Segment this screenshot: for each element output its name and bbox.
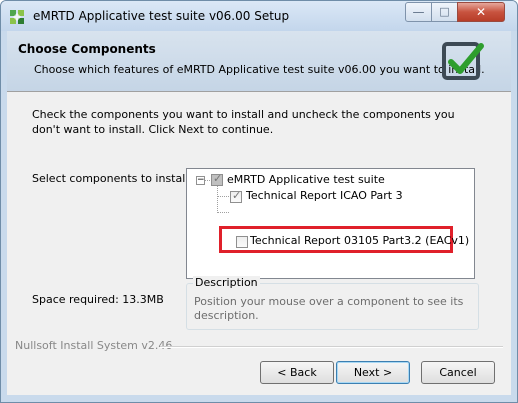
checkmark-box-icon <box>442 42 484 80</box>
tr03105-checkbox[interactable] <box>236 236 248 248</box>
title-bar[interactable]: eMRTD Applicative test suite v06.00 Setu… <box>1 1 517 31</box>
icao-part3-checkbox[interactable]: ✓ <box>230 189 242 203</box>
close-icon: ✕ <box>475 5 487 19</box>
tree-item-root[interactable]: eMRTD Applicative test suite <box>227 173 385 186</box>
minimize-icon: — <box>412 5 425 19</box>
window-title: eMRTD Applicative test suite v06.00 Setu… <box>33 9 290 23</box>
instructions-text: Check the components you want to install… <box>32 108 455 136</box>
page-subtitle: Choose which features of eMRTD Applicati… <box>34 63 485 76</box>
root-checkbox[interactable]: ✓ <box>211 172 223 186</box>
checkmark-icon: ✓ <box>232 189 242 202</box>
minimize-button[interactable]: — <box>405 2 432 22</box>
back-button[interactable]: < Back <box>260 361 334 384</box>
tree-item-tr03105[interactable]: Technical Report 03105 Part3.2 (EACv1) <box>250 234 469 247</box>
space-required: Space required: 13.3MB <box>32 293 164 306</box>
select-components-label: Select components to install: <box>32 172 193 185</box>
dialog-client: Choose Components Choose which features … <box>7 31 511 395</box>
cancel-button[interactable]: Cancel <box>421 361 495 384</box>
maximize-button[interactable]: □ <box>431 2 458 22</box>
description-group: Description Position your mouse over a c… <box>186 276 479 330</box>
maximize-icon: □ <box>439 5 450 18</box>
setup-window: eMRTD Applicative test suite v06.00 Setu… <box>0 0 518 403</box>
components-tree[interactable]: − ✓ eMRTD Applicative test suite ✓ Techn… <box>186 168 475 279</box>
next-button[interactable]: Next > <box>336 361 410 384</box>
close-button[interactable]: ✕ <box>457 2 505 22</box>
checkmark-icon: ✓ <box>213 172 223 185</box>
page-header: Choose Components Choose which features … <box>7 31 511 92</box>
description-text: Position your mouse over a component to … <box>194 295 464 322</box>
nsis-branding: Nullsoft Install System v2.46 <box>15 339 173 352</box>
tree-item-icao-part3[interactable]: Technical Report ICAO Part 3 <box>246 189 403 202</box>
page-title: Choose Components <box>18 42 156 56</box>
branding-divider <box>160 346 503 348</box>
description-legend: Description <box>193 276 260 289</box>
app-icon <box>10 10 24 24</box>
collapse-icon[interactable]: − <box>196 176 205 185</box>
highlighted-tree-item[interactable]: Technical Report 03105 Part3.2 (EACv1) <box>219 226 469 253</box>
